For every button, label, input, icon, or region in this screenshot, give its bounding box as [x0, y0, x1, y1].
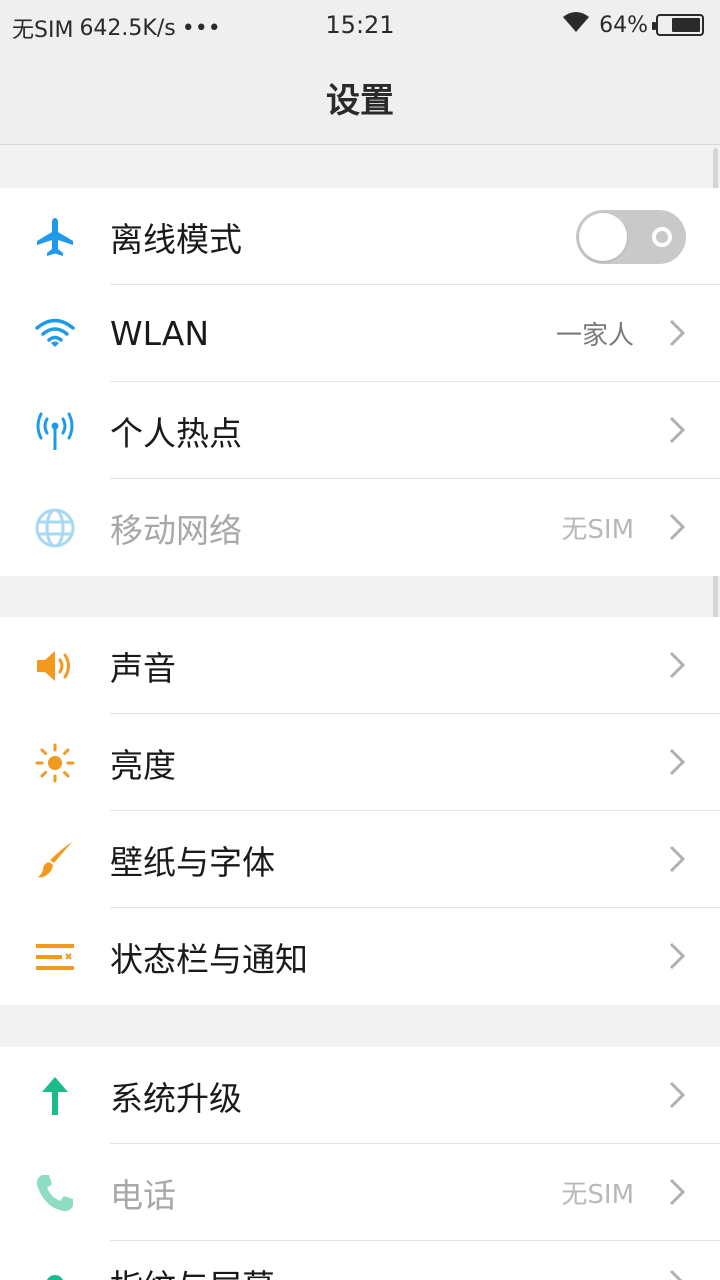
system-update-label: 系统升级 — [110, 1078, 242, 1118]
row-airplane-mode[interactable]: 离线模式 — [0, 188, 720, 285]
phone-icon — [34, 1172, 76, 1214]
fingerprint-icon — [34, 1263, 76, 1280]
row-wlan[interactable]: WLAN 一家人 — [0, 285, 720, 382]
chevron-right-icon — [669, 1081, 686, 1109]
settings-group-network: 离线模式 WLAN 一家人 个人热点 移动网络 无SIM — [0, 188, 720, 576]
settings-group-display: 声音 亮度 壁纸与字体 状态栏与通知 — [0, 617, 720, 1005]
settings-group-system: 系统升级 电话 无SIM 指纹与屏幕 — [0, 1047, 720, 1280]
phone-status: 无SIM — [561, 1180, 634, 1210]
chevron-right-icon — [669, 416, 686, 444]
arrow-up-icon — [34, 1075, 76, 1117]
chevron-right-icon — [669, 651, 686, 679]
row-system-update[interactable]: 系统升级 — [0, 1047, 720, 1144]
row-wallpaper-font[interactable]: 壁纸与字体 — [0, 811, 720, 908]
speaker-icon — [34, 645, 76, 687]
chevron-right-icon — [669, 319, 686, 347]
mobile-network-label: 移动网络 — [110, 510, 242, 550]
chevron-right-icon — [669, 1178, 686, 1206]
brightness-label: 亮度 — [110, 745, 176, 785]
wifi-icon — [34, 313, 76, 355]
wlan-network-name: 一家人 — [555, 321, 634, 351]
statusbar-icon — [34, 936, 76, 978]
status-bar: 无SIM 642.5K/s ••• 15:21 64% — [0, 0, 720, 50]
title-bar: 设置 — [0, 50, 720, 145]
phone-label: 电话 — [110, 1175, 176, 1215]
battery-icon — [652, 14, 704, 36]
battery-percent: 64% — [599, 12, 648, 38]
row-brightness[interactable]: 亮度 — [0, 714, 720, 811]
toggle-knob — [579, 213, 627, 261]
hotspot-icon — [34, 410, 76, 452]
chevron-right-icon — [669, 942, 686, 970]
row-mobile-network[interactable]: 移动网络 无SIM — [0, 479, 720, 576]
row-phone[interactable]: 电话 无SIM — [0, 1144, 720, 1241]
airplane-icon — [34, 216, 76, 258]
status-right: 64% — [561, 10, 704, 40]
chevron-right-icon — [669, 748, 686, 776]
chevron-right-icon — [669, 845, 686, 873]
statusbar-notifications-label: 状态栏与通知 — [110, 939, 308, 979]
row-fingerprint[interactable]: 指纹与屏幕 — [0, 1235, 720, 1280]
brush-icon — [34, 839, 76, 881]
toggle-off-indicator — [652, 227, 672, 247]
mobile-network-status: 无SIM — [561, 515, 634, 545]
airplane-mode-label: 离线模式 — [110, 219, 242, 259]
sound-label: 声音 — [110, 648, 176, 688]
wifi-status-icon — [561, 10, 591, 40]
airplane-mode-toggle[interactable] — [576, 210, 686, 264]
page-title: 设置 — [326, 80, 394, 121]
globe-icon — [34, 507, 76, 549]
hotspot-label: 个人热点 — [110, 413, 242, 453]
row-hotspot[interactable]: 个人热点 — [0, 382, 720, 479]
row-statusbar-notifications[interactable]: 状态栏与通知 — [0, 908, 720, 1005]
chevron-right-icon — [669, 1269, 683, 1280]
chevron-right-icon — [669, 513, 686, 541]
sun-icon — [34, 742, 76, 784]
row-sound[interactable]: 声音 — [0, 617, 720, 714]
fingerprint-label: 指纹与屏幕 — [110, 1260, 275, 1280]
wlan-label: WLAN — [110, 314, 210, 353]
wallpaper-font-label: 壁纸与字体 — [110, 842, 275, 882]
